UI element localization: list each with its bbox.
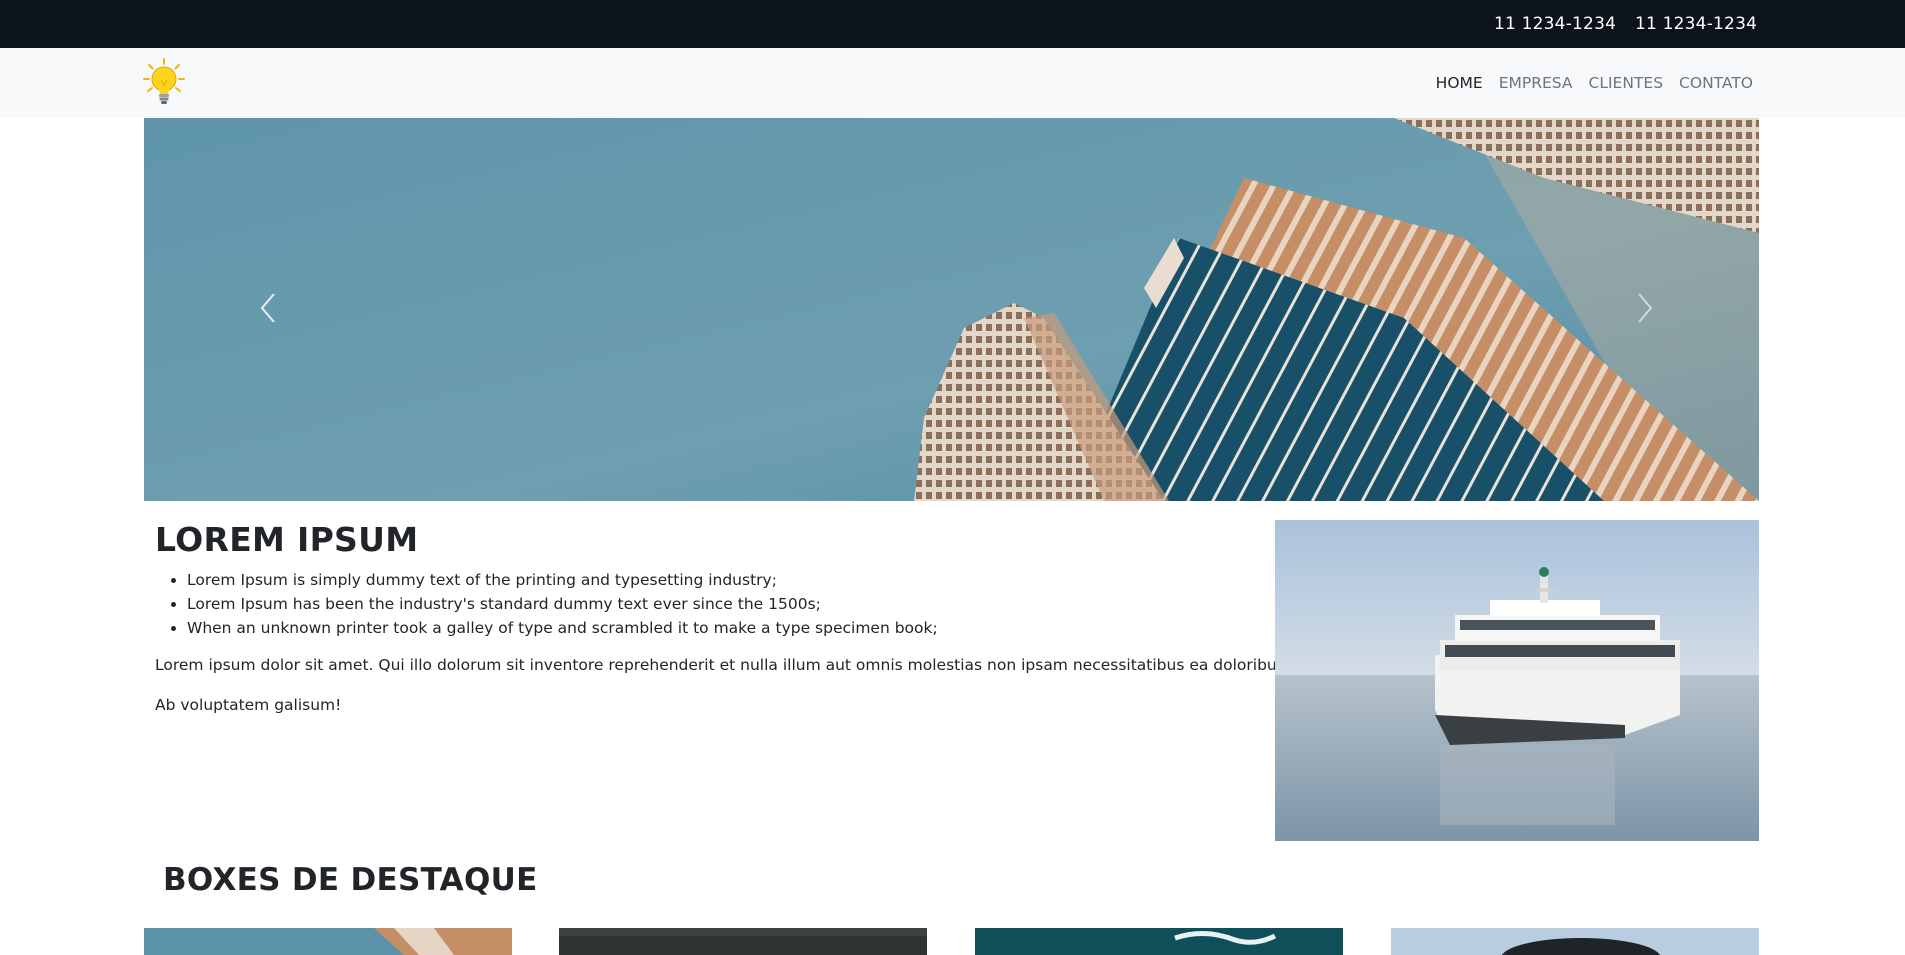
intro-title: LOREM IPSUM	[155, 520, 419, 559]
skyscrapers-image	[144, 118, 1759, 501]
highlight-box[interactable]	[144, 928, 512, 955]
phone-number[interactable]: 11 1234-1234	[1494, 14, 1616, 34]
highlight-box[interactable]	[1391, 928, 1759, 955]
intro-paragraph: Lorem ipsum dolor sit amet. Qui illo dol…	[155, 656, 1334, 674]
list-item: Lorem Ipsum has been the industry's stan…	[187, 592, 938, 616]
intro-bullet-list: Lorem Ipsum is simply dummy text of the …	[187, 568, 938, 640]
ferry-boat-image	[1275, 520, 1759, 841]
highlight-box[interactable]	[559, 928, 927, 955]
intro-paragraph: Ab voluptatem galisum!	[155, 696, 342, 714]
list-item: Lorem Ipsum is simply dummy text of the …	[187, 568, 938, 592]
highlight-box[interactable]	[975, 928, 1343, 955]
nav-item-home[interactable]: HOME	[1436, 74, 1483, 92]
lightbulb-icon[interactable]	[143, 58, 185, 106]
phone-number[interactable]: 11 1234-1234	[1635, 14, 1757, 34]
top-contact-bar: 11 1234-1234 11 1234-1234	[0, 0, 1905, 48]
chevron-right-icon[interactable]	[1629, 288, 1659, 328]
nav-item-clientes[interactable]: CLIENTES	[1589, 74, 1664, 92]
nav-item-empresa[interactable]: EMPRESA	[1499, 74, 1573, 92]
chevron-left-icon[interactable]	[254, 288, 284, 328]
main-nav: HOME EMPRESA CLIENTES CONTATO	[1436, 74, 1753, 92]
list-item: When an unknown printer took a galley of…	[187, 616, 938, 640]
navbar: HOME EMPRESA CLIENTES CONTATO	[0, 48, 1905, 118]
nav-item-contato[interactable]: CONTATO	[1679, 74, 1753, 92]
boxes-section-title: BOXES DE DESTAQUE	[163, 862, 538, 898]
hero-carousel	[144, 118, 1759, 501]
